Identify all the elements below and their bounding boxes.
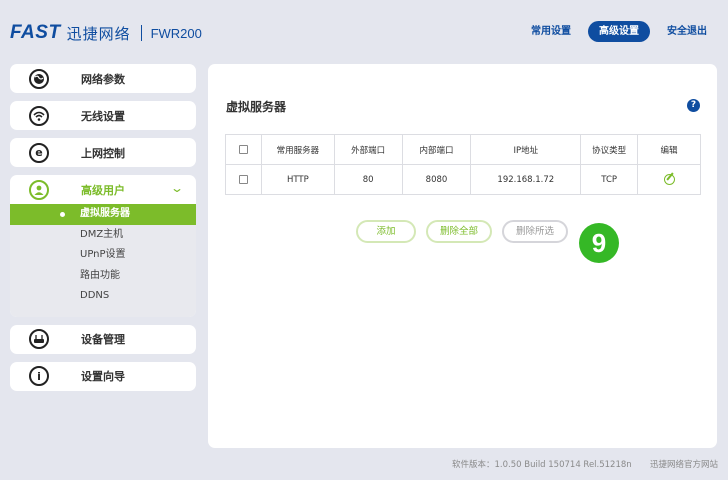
user-icon	[29, 179, 49, 200]
virtual-server-table: 常用服务器 外部端口 内部端口 IP地址 协议类型 编辑 HTTP 80 808…	[225, 134, 701, 195]
column-header: IP地址	[470, 134, 582, 165]
logo-brand: FAST	[10, 22, 61, 43]
router-icon	[29, 329, 49, 349]
sidebar-group-advanced-user: 高级用户 ⌄ 虚拟服务器 DMZ主机 UPnP设置 路由功能 DDNS	[10, 175, 196, 317]
logo-divider	[140, 25, 142, 41]
sidebar-item-wireless[interactable]: 无线设置	[10, 101, 196, 130]
page-title: 虚拟服务器	[226, 100, 287, 114]
header: FAST 迅捷网络 FWR200 常用设置 高级设置 安全退出	[0, 0, 728, 64]
official-site-link[interactable]: 迅捷网络官方网站	[650, 458, 718, 470]
table-cell: HTTP	[260, 164, 335, 195]
table-cell: 8080	[401, 164, 472, 195]
sidebar-item-label: 网络参数	[81, 72, 125, 86]
delete-selected-button[interactable]: 删除所选	[502, 220, 569, 243]
sidebar-subitem-upnp[interactable]: UPnP设置	[10, 245, 196, 266]
help-icon[interactable]: ?	[687, 99, 700, 112]
nav-advanced-settings[interactable]: 高级设置	[588, 21, 650, 42]
globe-icon	[29, 68, 49, 89]
column-header: 外部端口	[333, 134, 403, 165]
model-name: FWR200	[150, 25, 202, 41]
nav-common-settings[interactable]: 常用设置	[520, 21, 582, 42]
logo-cn: 迅捷网络	[66, 24, 131, 43]
sidebar-submenu: 虚拟服务器 DMZ主机 UPnP设置 路由功能 DDNS	[10, 204, 196, 317]
nav-logout[interactable]: 安全退出	[656, 21, 718, 42]
sidebar-subitem-virtual-server[interactable]: 虚拟服务器	[10, 204, 196, 225]
select-all-cell	[225, 134, 262, 165]
table-cell: 192.168.1.72	[470, 164, 582, 195]
edit-icon[interactable]	[663, 174, 675, 185]
table-cell: TCP	[580, 164, 639, 195]
sidebar-item-device-management[interactable]: 设备管理	[10, 324, 196, 354]
sidebar-item-setup-wizard[interactable]: i 设置向导	[10, 361, 196, 391]
chevron-down-icon: ⌄	[169, 181, 185, 195]
delete-all-button[interactable]: 删除全部	[426, 220, 493, 243]
step-number-badge: 9	[579, 223, 619, 263]
info-icon: i	[29, 366, 49, 386]
sidebar-subitem-dmz[interactable]: DMZ主机	[10, 225, 196, 246]
sidebar-subitem-ddns[interactable]: DDNS	[10, 286, 196, 307]
e-icon: e	[29, 142, 49, 163]
sidebar-item-label: 设置向导	[81, 370, 125, 383]
column-header: 内部端口	[401, 134, 472, 165]
sidebar-item-access-control[interactable]: e 上网控制	[10, 138, 196, 167]
row-select-cell	[225, 164, 262, 195]
sidebar-item-label: 设备管理	[81, 333, 125, 346]
column-header: 编辑	[637, 134, 701, 165]
sidebar-item-label: 无线设置	[81, 109, 125, 123]
row-checkbox[interactable]	[238, 174, 248, 184]
column-header: 协议类型	[580, 134, 639, 165]
sidebar-item-advanced-user[interactable]: 高级用户 ⌄	[10, 175, 196, 204]
sidebar-item-label: 高级用户	[81, 183, 125, 197]
sidebar-subitem-routing[interactable]: 路由功能	[10, 266, 196, 287]
select-all-checkbox[interactable]	[238, 144, 248, 154]
wifi-icon	[29, 105, 49, 126]
column-header: 常用服务器	[260, 134, 335, 165]
software-version: 软件版本：1.0.50 Build 150714 Rel.51218n	[452, 460, 632, 470]
main-panel: 虚拟服务器 ? 常用服务器 外部端口 内部端口 IP地址 协议类型 编辑 HTT…	[208, 64, 717, 448]
sidebar-item-label: 上网控制	[81, 146, 125, 160]
add-button[interactable]: 添加	[356, 220, 416, 243]
table-header-row: 常用服务器 外部端口 内部端口 IP地址 协议类型 编辑	[225, 134, 701, 165]
action-buttons: 添加 删除全部 删除所选	[356, 220, 578, 243]
sidebar: 网络参数 无线设置 e 上网控制 高级用户 ⌄ 虚拟服务器 DMZ主机 UPnP…	[10, 64, 196, 399]
edit-cell	[637, 164, 701, 195]
top-nav: 常用设置 高级设置 安全退出	[514, 21, 718, 42]
sidebar-item-network[interactable]: 网络参数	[10, 64, 196, 93]
table-row: HTTP 80 8080 192.168.1.72 TCP	[225, 164, 701, 195]
logo: FAST 迅捷网络 FWR200	[10, 22, 202, 44]
table-cell: 80	[333, 164, 403, 195]
